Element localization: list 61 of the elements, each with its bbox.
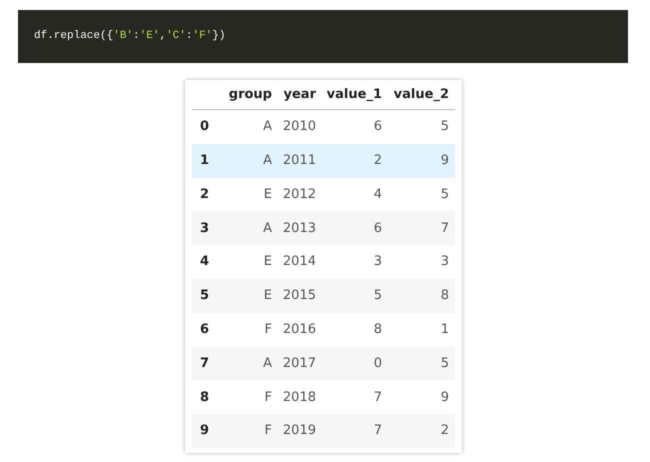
row-index: 1 xyxy=(199,152,210,170)
table-row[interactable]: 3 A 2013 6 7 xyxy=(192,211,455,246)
column-header: year xyxy=(282,86,317,104)
table-cell-text: 2013 xyxy=(282,220,317,238)
code-line: df.replace({'B':'E','C':'F'}) xyxy=(34,29,226,44)
table-cell-text: 7 xyxy=(372,388,383,407)
table-cell-text: 2015 xyxy=(282,287,317,306)
table-cell-text: 4 xyxy=(372,186,383,204)
row-index: 3 xyxy=(199,220,210,238)
table-cell-text: 5 xyxy=(440,354,450,373)
table-row[interactable]: 1 A 2011 2 9 xyxy=(192,144,455,178)
row-index: 6 xyxy=(199,320,210,339)
row-index: 0 xyxy=(199,118,210,136)
table-cell-text: 3 xyxy=(440,253,450,272)
table-cell-text: F xyxy=(264,422,273,440)
table-cell-text: 2012 xyxy=(282,186,317,204)
table-cell-text: 2018 xyxy=(282,388,317,407)
table-row[interactable]: 7 A 2017 0 5 xyxy=(192,346,455,380)
table-cell-text: 3 xyxy=(372,253,383,272)
table-row[interactable]: 9 F 2019 7 2 xyxy=(192,414,455,448)
table-cell-text: 2014 xyxy=(282,253,317,272)
table-row[interactable]: 2 E 2012 4 5 xyxy=(192,178,455,212)
table-cell-text: 2019 xyxy=(282,422,317,440)
table-cell-text: 2016 xyxy=(282,320,317,339)
table-cell-text: 2010 xyxy=(282,118,317,136)
table-cell-text: 5 xyxy=(440,186,450,204)
table-cell-text: 1 xyxy=(440,320,450,339)
table-cell-text: 2017 xyxy=(282,354,317,373)
table-row[interactable]: 5 E 2015 5 8 xyxy=(192,278,455,313)
table-cell-text: A xyxy=(262,354,273,373)
table-cell-text: E xyxy=(262,253,273,272)
table-cell-text: 5 xyxy=(440,118,450,136)
table-cell-text: F xyxy=(264,388,273,407)
table-cell-text: 8 xyxy=(372,320,383,339)
table-cell-text: 7 xyxy=(372,422,383,440)
row-index: 2 xyxy=(199,186,210,204)
table-cell-text: E xyxy=(262,186,273,204)
row-index: 8 xyxy=(199,388,210,407)
table-cell-text: A xyxy=(262,152,273,170)
table-cell-text: F xyxy=(264,320,273,339)
table-cell-text: 6 xyxy=(372,118,383,136)
table-cell-text: 0 xyxy=(372,354,383,373)
table-cell-text: 9 xyxy=(440,152,450,170)
table-cell-text: 7 xyxy=(440,220,450,238)
column-header: group xyxy=(228,86,273,104)
table-cell-text: 2011 xyxy=(282,152,317,170)
row-index: 4 xyxy=(199,253,210,272)
table-cell-text: A xyxy=(262,220,273,238)
table-cell-text: A xyxy=(262,118,273,136)
column-header: value_1 xyxy=(326,86,383,104)
table-cell-text: E xyxy=(262,287,273,306)
table-cell-text: 9 xyxy=(440,388,450,407)
row-index: 9 xyxy=(199,422,210,440)
table-cell-text: 8 xyxy=(440,287,450,306)
table-cell-text: 2 xyxy=(372,152,383,170)
table-cell-text: 6 xyxy=(372,220,383,238)
row-index: 5 xyxy=(199,287,210,306)
row-index: 7 xyxy=(199,354,210,373)
table-cell-text: 2 xyxy=(440,422,450,440)
table-cell-text: 5 xyxy=(372,287,383,306)
column-header: value_2 xyxy=(392,86,450,104)
